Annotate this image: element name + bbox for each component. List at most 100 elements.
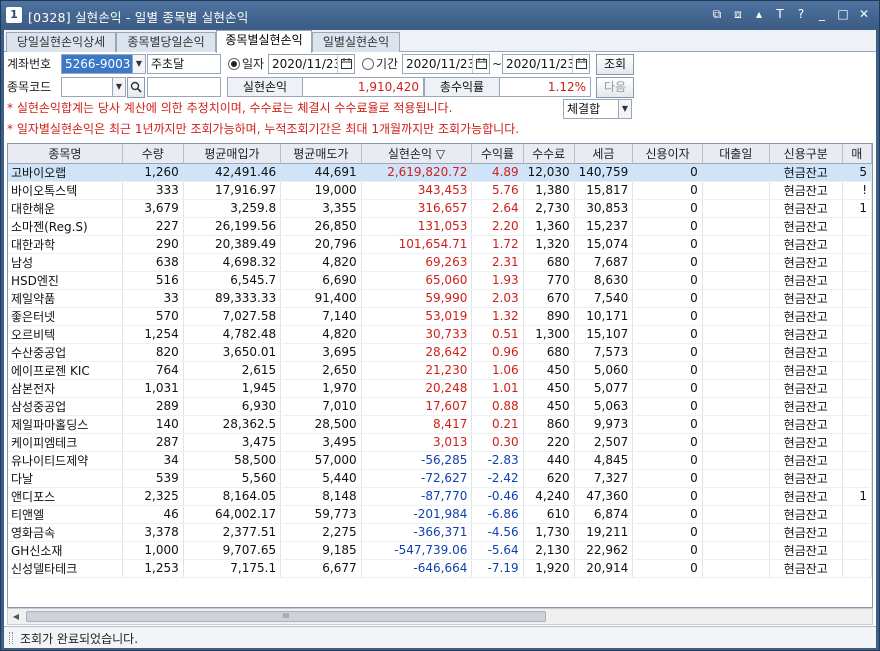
account-dropdown-icon[interactable]: ▼ xyxy=(132,54,146,74)
table-row[interactable]: 다날 539 5,560 5,440 -72,627 -2.42 620 7,327 0 현금잔고 xyxy=(8,469,872,488)
table-row[interactable]: 고바이오랩 1,260 42,491.46 44,691 2,619,820.72 4.8… xyxy=(8,163,872,182)
tab-stock-today[interactable]: 종목별당일손익 xyxy=(116,32,216,52)
date-mode-radio[interactable] xyxy=(228,58,240,70)
table-row[interactable]: 제일파마홀딩스 140 28,362.5 28,500 8,417 0.21 860 9,97… xyxy=(8,415,872,434)
search-icon[interactable] xyxy=(127,77,145,98)
total-return-value: 1.12% xyxy=(499,77,591,97)
column-header[interactable]: 대출일 xyxy=(702,144,770,164)
table-cell: 현금잔고 xyxy=(769,325,843,344)
table-cell: 티앤엘 xyxy=(8,505,123,524)
period-to-input[interactable]: 2020/11/23 xyxy=(502,54,590,74)
pin-icon[interactable]: ▴ xyxy=(752,6,766,22)
calendar-icon[interactable] xyxy=(472,55,489,73)
table-row[interactable]: HSD엔진 516 6,545.7 6,690 65,060 1.93 770 8,630 0 현… xyxy=(8,271,872,290)
table-cell: 638 xyxy=(122,253,184,272)
table-row[interactable]: 오르비텍 1,254 4,782.48 4,820 30,733 0.51 1,300 15,… xyxy=(8,325,872,344)
table-cell: 1,920 xyxy=(523,559,575,578)
table-row[interactable]: 소마젠(Reg.S) 227 26,199.56 26,850 131,053 2.20 1… xyxy=(8,217,872,236)
date-input[interactable]: 2020/11/23 xyxy=(268,54,355,74)
calendar-icon[interactable] xyxy=(572,55,589,73)
maximize-icon[interactable]: □ xyxy=(836,6,850,22)
table-cell: 7,327 xyxy=(574,469,634,488)
aggregate-select[interactable]: 체결합 xyxy=(563,99,621,119)
link-window-icon[interactable]: ⧉ xyxy=(710,6,724,22)
column-header[interactable]: 신용구분 xyxy=(769,144,843,164)
scrollbar-thumb[interactable]: III xyxy=(26,611,546,622)
table-cell: 8,630 xyxy=(574,271,634,290)
tab-daily-detail[interactable]: 당일실현손익상세 xyxy=(6,32,116,52)
table-cell: 현금잔고 xyxy=(769,397,843,416)
table-cell: 1 xyxy=(842,487,872,506)
table-cell: 7,573 xyxy=(574,343,634,362)
table-cell: 수산중공업 xyxy=(8,343,123,362)
stock-code-dropdown-icon[interactable]: ▼ xyxy=(112,77,126,97)
table-cell: 12,030 xyxy=(523,163,575,182)
table-row[interactable]: 앤디포스 2,325 8,164.05 8,148 -87,770 -0.46 4,240 4… xyxy=(8,487,872,506)
calendar-icon[interactable] xyxy=(337,55,354,73)
next-button[interactable]: 다음 xyxy=(596,77,634,98)
query-button[interactable]: 조회 xyxy=(596,54,634,75)
help-icon[interactable]: ? xyxy=(794,6,808,22)
table-row[interactable]: 삼본전자 1,031 1,945 1,970 20,248 1.01 450 5,077 0 현금… xyxy=(8,379,872,398)
table-row[interactable]: 영화금속 3,378 2,377.51 2,275 -366,371 -4.56 1,730… xyxy=(8,523,872,542)
table-cell: 6,677 xyxy=(280,559,362,578)
table-cell xyxy=(842,289,872,308)
column-header[interactable]: 수량 xyxy=(122,144,184,164)
column-header[interactable]: 매 xyxy=(842,144,872,164)
table-cell: 570 xyxy=(122,307,184,326)
table-row[interactable]: GH신소재 1,000 9,707.65 9,185 -547,739.06 -5.64 2… xyxy=(8,541,872,560)
table-row[interactable]: 유나이티드제약 34 58,500 57,000 -56,285 -2.83 440 4,84… xyxy=(8,451,872,470)
account-number-field[interactable]: 5266-9003 xyxy=(61,54,133,74)
tab-daily-realized[interactable]: 일별실현손익 xyxy=(312,32,400,52)
period-mode-radio[interactable] xyxy=(362,58,374,70)
table-row[interactable]: 티앤엘 46 64,002.17 59,773 -201,984 -6.86 610 6,87… xyxy=(8,505,872,524)
close-icon[interactable]: ✕ xyxy=(857,6,871,22)
table-cell: 220 xyxy=(523,433,575,452)
horizontal-scrollbar[interactable]: ◀ III xyxy=(7,608,873,625)
minimize-icon[interactable]: _ xyxy=(815,6,829,22)
table-row[interactable]: 에이프로젠 KIC 764 2,615 2,650 21,230 1.06 450 5,060… xyxy=(8,361,872,380)
column-header[interactable]: 세금 xyxy=(574,144,634,164)
table-cell: 610 xyxy=(523,505,575,524)
column-header[interactable]: 수익률 xyxy=(471,144,524,164)
period-from-value: 2020/11/23 xyxy=(406,57,476,71)
font-size-icon[interactable]: T xyxy=(773,6,787,22)
table-cell: 333 xyxy=(122,181,184,200)
scroll-left-icon[interactable]: ◀ xyxy=(8,609,24,624)
column-header[interactable]: 수수료 xyxy=(523,144,575,164)
tab-stock-realized[interactable]: 종목별실현손익 xyxy=(216,30,312,53)
table-cell: 3,378 xyxy=(122,523,184,542)
stock-code-input[interactable] xyxy=(61,77,113,97)
table-cell: 2,619,820.72 xyxy=(361,163,473,182)
table-row[interactable]: 대한해운 3,679 3,259.8 3,355 316,657 2.64 2,730 30,… xyxy=(8,199,872,218)
table-row[interactable]: 바이오톡스텍 333 17,916.97 19,000 343,453 5.76 1,380… xyxy=(8,181,872,200)
table-row[interactable]: 좋은터넷 570 7,027.58 7,140 53,019 1.32 890 10,171 0… xyxy=(8,307,872,326)
table-cell: 2.03 xyxy=(471,289,524,308)
tab-bar: 당일실현손익상세 종목별당일손익 종목별실현손익 일별실현손익 xyxy=(4,30,876,53)
table-cell: -7.19 xyxy=(471,559,524,578)
table-row[interactable]: 케이피엠테크 287 3,475 3,495 3,013 0.30 220 2,507 0 현금잔… xyxy=(8,433,872,452)
total-return-label: 총수익률 xyxy=(424,77,500,97)
table-cell xyxy=(842,451,872,470)
table-row[interactable]: 삼성중공업 289 6,930 7,010 17,607 0.88 450 5,063 0 현금잔… xyxy=(8,397,872,416)
column-header[interactable]: 신용이자 xyxy=(632,144,703,164)
copy-window-icon[interactable]: ⧈ xyxy=(731,6,745,22)
column-header[interactable]: 실현손익 ▽ xyxy=(361,144,473,164)
table-cell: 3,013 xyxy=(361,433,473,452)
table-cell: 5,440 xyxy=(280,469,362,488)
table-row[interactable]: 제일약품 33 89,333.33 91,400 59,990 2.03 670 7,540 0… xyxy=(8,289,872,308)
column-header[interactable]: 평균매입가 xyxy=(183,144,282,164)
table-row[interactable]: 신성델타테크 1,253 7,175.1 6,677 -646,664 -7.19 1,92… xyxy=(8,559,872,578)
period-from-input[interactable]: 2020/11/23 xyxy=(402,54,490,74)
table-row[interactable]: 남성 638 4,698.32 4,820 69,263 2.31 680 7,687 0 현금잔… xyxy=(8,253,872,272)
column-header[interactable]: 종목명 xyxy=(8,144,123,164)
table-cell: 6,930 xyxy=(183,397,282,416)
column-header[interactable]: 평균매도가 xyxy=(280,144,362,164)
aggregate-dropdown-icon[interactable]: ▼ xyxy=(618,99,632,119)
realized-pnl-table: 종목명 수량 평균매입가 평균매도가 실현손익 ▽ 수익률 수수료 세금 신용이자 대출일 신용구분… xyxy=(7,143,873,608)
table-row[interactable]: 대한과학 290 20,389.49 20,796 101,654.71 1.72 1,32… xyxy=(8,235,872,254)
title-bar[interactable]: 1 [0328] 실현손익 - 일별 종목별 실현손익 ⧉ ⧈ ▴ T ? _ … xyxy=(1,1,879,29)
table-cell: 0 xyxy=(632,271,703,290)
table-row[interactable]: 수산중공업 820 3,650.01 3,695 28,642 0.96 680 7,573 0… xyxy=(8,343,872,362)
table-cell: 19,000 xyxy=(280,181,362,200)
